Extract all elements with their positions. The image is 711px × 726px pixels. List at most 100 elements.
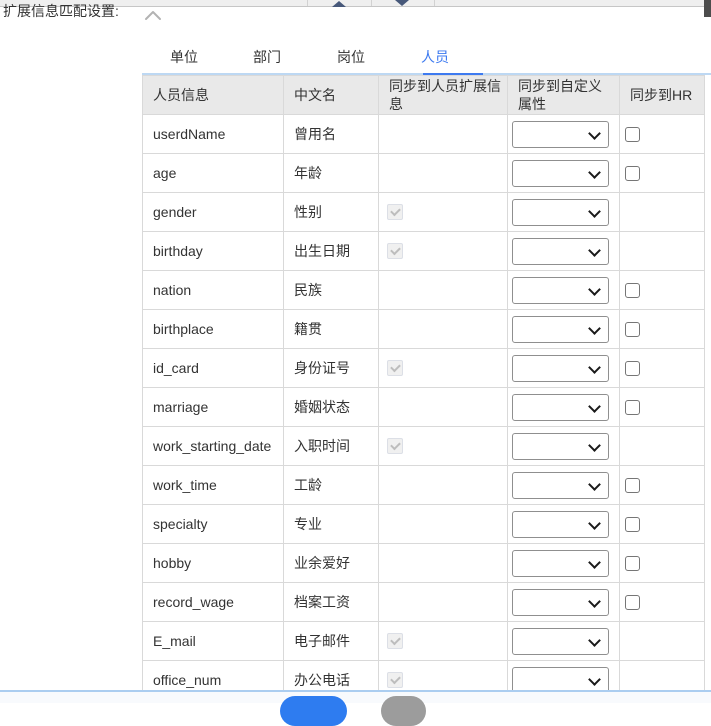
field-name-cell: age [142,153,284,193]
sync-custom-cell [507,231,620,271]
custom-attr-select[interactable] [512,276,609,304]
custom-attr-select[interactable] [512,354,609,382]
hr-sync-checkbox[interactable] [625,555,640,571]
sync-ext-cell [378,582,508,622]
custom-attr-select[interactable] [512,549,609,577]
custom-attr-select[interactable] [512,120,609,148]
triangle-up-icon[interactable] [332,1,346,7]
tab-item-2[interactable]: 岗位 [337,47,365,67]
chinese-name-cell: 档案工资 [283,582,379,622]
chevron-down-icon [588,555,601,569]
custom-attr-select[interactable] [512,159,609,187]
custom-attr-select[interactable] [512,315,609,343]
chevron-down-icon [588,672,601,686]
hr-sync-checkbox[interactable] [625,594,640,610]
sync-ext-cell [378,114,508,154]
field-name-cell: nation [142,270,284,310]
hr-sync-checkbox[interactable] [625,477,640,493]
ext-sync-checkbox-checked-disabled [387,672,403,688]
chevron-up-icon[interactable] [144,8,162,26]
chinese-name-cell: 工龄 [283,465,379,505]
chinese-name-cell: 专业 [283,504,379,544]
chevron-down-icon [588,243,601,257]
chevron-down-icon [588,516,601,530]
chinese-name-cell: 入职时间 [283,426,379,466]
footer-band [0,692,711,703]
cancel-button[interactable] [381,696,426,726]
sync-ext-cell [378,660,508,690]
custom-attr-select[interactable] [512,471,609,499]
table-row: E_mail 电子邮件 [142,621,705,661]
sync-custom-cell [507,114,620,154]
sync-hr-cell [619,348,705,388]
scrollbar-thumb[interactable] [704,0,711,17]
hr-sync-checkbox[interactable] [625,321,640,337]
table-row: office_num 办公电话 [142,660,705,690]
sync-ext-cell [378,153,508,193]
hr-sync-checkbox[interactable] [625,399,640,415]
field-name-cell: work_starting_date [142,426,284,466]
sync-ext-cell [378,426,508,466]
sync-custom-cell [507,426,620,466]
sync-ext-cell [378,270,508,310]
mapping-table: 人员信息 中文名 同步到人员扩展信息 同步到自定义属性 同步到HR userdN… [142,75,705,690]
field-name-cell: birthplace [142,309,284,349]
sync-hr-cell [619,309,705,349]
sync-custom-cell [507,270,620,310]
custom-attr-select[interactable] [512,237,609,265]
chinese-name-cell: 性别 [283,192,379,232]
sync-custom-cell [507,660,620,690]
sync-custom-cell [507,504,620,544]
table-row: birthplace 籍贯 [142,309,705,349]
chinese-name-cell: 民族 [283,270,379,310]
sync-hr-cell [619,465,705,505]
custom-attr-select[interactable] [512,666,609,690]
confirm-button[interactable] [280,696,347,726]
hr-sync-checkbox[interactable] [625,282,640,298]
tab-bar: 单位 部门 岗位 人员 [142,45,711,75]
col-header-sync-hr: 同步到HR [619,75,705,115]
table-row: specialty 专业 [142,504,705,544]
ext-sync-checkbox-checked-disabled [387,438,403,454]
custom-attr-select[interactable] [512,393,609,421]
hr-sync-checkbox[interactable] [625,516,640,532]
triangle-down-icon[interactable] [395,0,409,6]
chinese-name-cell: 曾用名 [283,114,379,154]
sync-custom-cell [507,465,620,505]
custom-attr-select[interactable] [512,198,609,226]
custom-attr-select[interactable] [512,588,609,616]
sync-ext-cell [378,465,508,505]
chevron-down-icon [588,126,601,140]
hr-sync-checkbox[interactable] [625,360,640,376]
custom-attr-select[interactable] [512,510,609,538]
chinese-name-cell: 电子邮件 [283,621,379,661]
tab-item-0[interactable]: 单位 [170,47,198,67]
field-name-cell: E_mail [142,621,284,661]
sync-custom-cell [507,543,620,583]
custom-attr-select[interactable] [512,627,609,655]
tab-item-1[interactable]: 部门 [253,47,281,67]
col-header-sync-ext: 同步到人员扩展信息 [378,75,508,115]
hr-sync-checkbox[interactable] [625,126,640,142]
sync-ext-cell [378,387,508,427]
chevron-down-icon [588,594,601,608]
sync-hr-cell [619,270,705,310]
table-row: work_starting_date 入职时间 [142,426,705,466]
col-header-chinese-name: 中文名 [283,75,379,115]
chevron-down-icon [588,165,601,179]
sync-ext-cell [378,231,508,271]
chevron-down-icon [588,321,601,335]
sync-custom-cell [507,309,620,349]
table-row: work_time 工龄 [142,465,705,505]
tab-item-3[interactable]: 人员 [421,47,449,67]
sync-ext-cell [378,192,508,232]
custom-attr-select[interactable] [512,432,609,460]
table-row: nation 民族 [142,270,705,310]
hr-sync-checkbox[interactable] [625,165,640,181]
sync-hr-cell [619,660,705,690]
chinese-name-cell: 身份证号 [283,348,379,388]
sync-ext-cell [378,504,508,544]
toolbar-divider [307,0,308,6]
check-icon [390,244,401,256]
toolbar-divider [371,0,372,6]
